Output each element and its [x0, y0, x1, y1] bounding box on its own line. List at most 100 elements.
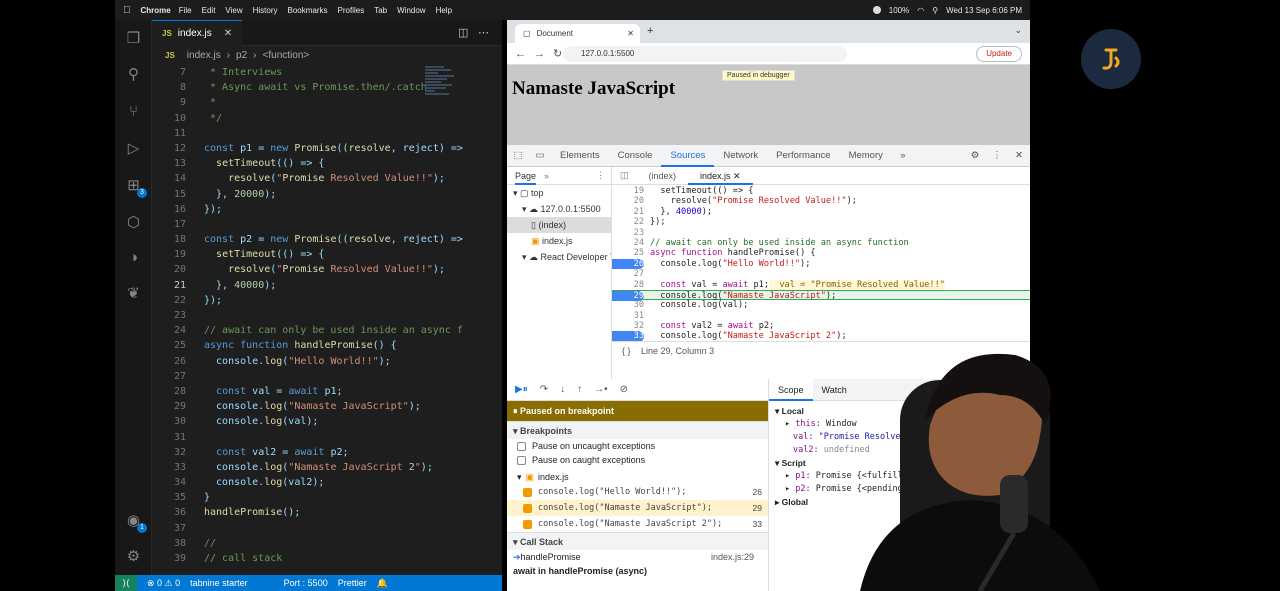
explorer-icon[interactable]: ❐	[124, 29, 143, 48]
device-toolbar-icon[interactable]: ▭	[529, 150, 551, 161]
git-graph-icon[interactable]: ◑	[124, 248, 143, 267]
tree-node[interactable]: ▾ ☁ React Developer Tools	[507, 249, 611, 265]
code-line[interactable]: 29 console.log("Namaste JavaScript");	[152, 399, 498, 414]
close-tab-icon[interactable]: ✕	[627, 29, 634, 38]
devtools-tab-network[interactable]: Network	[714, 145, 767, 167]
toggle-navigator-icon[interactable]: ◫	[612, 170, 637, 181]
source-line[interactable]: 28 const val = await p1; val = "Promise …	[612, 279, 1030, 290]
menu-item-help[interactable]: Help	[436, 6, 452, 15]
devtools-tab-performance[interactable]: Performance	[767, 145, 839, 167]
pause-uncaught-row[interactable]: Pause on uncaught exceptions	[507, 439, 768, 453]
new-tab-button[interactable]: +	[647, 25, 653, 37]
code-line[interactable]: 36 handlePromise();	[152, 505, 498, 520]
gutter-line-number[interactable]: 20	[612, 196, 644, 206]
code-line[interactable]: 28 const val = await p1;	[152, 384, 498, 399]
menu-item-history[interactable]: History	[253, 6, 278, 15]
source-line[interactable]: 24 // await can only be used inside an as…	[612, 238, 1030, 248]
code-line[interactable]: 21 }, 40000);	[152, 278, 498, 293]
code-line[interactable]: 17	[152, 217, 498, 232]
gutter-line-number[interactable]: 22	[612, 217, 644, 227]
wifi-icon[interactable]: ◠	[917, 6, 924, 15]
source-line[interactable]: 20 resolve("Promise Resolved Value!!");	[612, 196, 1030, 206]
breakpoint-item[interactable]: console.log("Hello World!!"); 26	[507, 484, 768, 500]
step-over-icon[interactable]: ↷	[540, 384, 548, 395]
gutter-line-number[interactable]: 21	[612, 207, 644, 217]
pause-caught-checkbox[interactable]	[517, 455, 526, 465]
tree-node[interactable]: ▣ index.js	[507, 233, 611, 249]
source-line[interactable]: 30 console.log(val);	[612, 300, 1030, 310]
call-stack-section-header[interactable]: ▾ Call Stack	[507, 532, 768, 550]
editor-tab-index-js[interactable]: JS index.js ✕	[152, 20, 242, 46]
call-frame[interactable]: ➔ handlePromise index.js:29	[507, 550, 768, 564]
menu-item-window[interactable]: Window	[397, 6, 425, 15]
devtools-code-view[interactable]: 19 setTimeout(() => {20 resolve("Promise…	[612, 186, 1030, 341]
tree-node[interactable]: ▯ (index)	[507, 217, 611, 233]
menu-item-bookmarks[interactable]: Bookmarks	[288, 6, 328, 15]
breakpoint-checkbox[interactable]	[523, 519, 532, 529]
menu-item-edit[interactable]: Edit	[202, 6, 216, 15]
live-server-port[interactable]: Port : 5500	[284, 578, 328, 588]
source-line[interactable]: 29 console.log("Namaste JavaScript");	[612, 289, 1030, 302]
remote-indicator-icon[interactable]: ⟩⟨	[115, 575, 137, 591]
code-line[interactable]: 20 resolve("Promise Resolved Value!!");	[152, 262, 498, 277]
breakpoint-checkbox[interactable]	[523, 503, 532, 513]
code-line[interactable]: 31	[152, 430, 498, 445]
code-line[interactable]: 32 const val2 = await p2;	[152, 445, 498, 460]
gutter-line-number[interactable]: 30	[612, 300, 644, 310]
resume-icon[interactable]: ▶⏸	[515, 384, 528, 395]
reload-icon[interactable]: ↻	[553, 47, 562, 60]
back-icon[interactable]: ←	[515, 48, 526, 60]
code-line[interactable]: 27	[152, 369, 498, 384]
close-icon[interactable]: ✕	[224, 28, 232, 39]
source-line[interactable]: 25 async function handlePromise() {	[612, 248, 1030, 258]
tabnine-status[interactable]: tabnine starter	[190, 578, 248, 588]
code-line[interactable]: 38 //	[152, 536, 498, 551]
notifications-bell-icon[interactable]: 🔔	[377, 578, 388, 589]
search-icon[interactable]: ⚲	[932, 6, 938, 15]
call-frame[interactable]: await in handlePromise (async)	[507, 564, 768, 578]
code-line[interactable]: 33 console.log("Namaste JavaScript 2");	[152, 460, 498, 475]
pause-caught-row[interactable]: Pause on caught exceptions	[507, 453, 768, 467]
leaf-icon[interactable]: ❦	[124, 284, 143, 303]
gutter-line-number[interactable]: 26	[612, 258, 644, 270]
gutter-line-number[interactable]: 31	[612, 311, 644, 321]
code-line[interactable]: 35}	[152, 490, 498, 505]
source-tab[interactable]: (index)	[637, 167, 689, 185]
source-tab[interactable]: index.js ✕	[688, 166, 753, 185]
battery-text[interactable]: 100%	[889, 6, 909, 15]
step-icon[interactable]: →•	[594, 384, 608, 395]
deactivate-breakpoints-icon[interactable]: ⊘	[620, 384, 628, 395]
address-bar[interactable]: 127.0.0.1:5500	[563, 46, 847, 62]
code-line[interactable]: 26 console.log("Hello World!!");	[152, 354, 498, 369]
more-tabs-icon[interactable]: »	[892, 150, 914, 161]
pretty-print-icon[interactable]: { }	[622, 346, 631, 356]
breakpoints-section-header[interactable]: ▾ Breakpoints	[507, 421, 768, 439]
menu-item-tab[interactable]: Tab	[374, 6, 387, 15]
gutter-line-number[interactable]: 33	[612, 331, 644, 341]
settings-gear-icon[interactable]: ⚙	[124, 547, 143, 566]
gutter-line-number[interactable]: 19	[612, 186, 644, 196]
more-actions-icon[interactable]: ⋯	[478, 26, 489, 39]
tree-node[interactable]: ▾ ☁ 127.0.0.1:5500	[507, 201, 611, 217]
devtools-tab-sources[interactable]: Sources	[661, 145, 715, 167]
code-line[interactable]: 14 resolve("Promise Resolved Value!!");	[152, 171, 498, 186]
close-devtools-icon[interactable]: ✕	[1008, 150, 1030, 161]
accounts-icon[interactable]: ◉ 1	[124, 511, 147, 533]
menu-item-file[interactable]: File	[179, 6, 192, 15]
source-line[interactable]: 22});	[612, 217, 1030, 227]
code-line[interactable]: 39 // call stack	[152, 551, 498, 566]
source-control-icon[interactable]: ⑂	[124, 102, 143, 121]
code-line[interactable]: 22});	[152, 293, 498, 308]
gutter-line-number[interactable]: 27	[612, 269, 644, 279]
page-tab[interactable]: Page	[515, 167, 537, 185]
devtools-tab-elements[interactable]: Elements	[551, 145, 609, 167]
code-line[interactable]: 19 setTimeout(() => {	[152, 247, 498, 262]
run-debug-icon[interactable]: ▷	[124, 139, 143, 158]
source-line[interactable]: 19 setTimeout(() => {	[612, 186, 1030, 196]
code-line[interactable]: 25 async function handlePromise() {	[152, 338, 498, 353]
devtools-tab-memory[interactable]: Memory	[840, 145, 892, 167]
problems-indicator[interactable]: ⊗ 0 ⚠ 0	[147, 578, 180, 589]
datetime[interactable]: Wed 13 Sep 6:06 PM	[946, 6, 1022, 15]
code-line[interactable]: 24 // await can only be used inside an as…	[152, 323, 498, 338]
more-options-icon[interactable]: ⋮	[986, 150, 1008, 161]
